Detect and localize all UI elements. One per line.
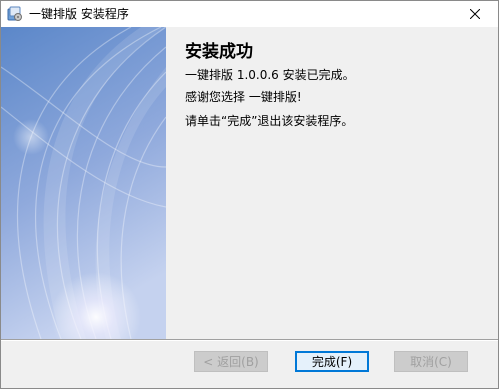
close-icon [470, 9, 480, 19]
wizard-side-image [1, 27, 166, 339]
finish-button[interactable]: 完成(F) [295, 351, 369, 372]
close-button[interactable] [452, 1, 498, 27]
thanks-message: 感谢您选择 一键排版! [185, 90, 302, 104]
install-complete-message: 一键排版 1.0.0.6 安装已完成。 [185, 68, 355, 82]
page-title: 安装成功 [185, 42, 253, 62]
back-button[interactable]: < 返回(B) [194, 351, 268, 372]
content-panel: 安装成功 一键排版 1.0.0.6 安装已完成。 感谢您选择 一键排版! 请单击… [166, 27, 498, 339]
cancel-button[interactable]: 取消(C) [394, 351, 468, 372]
installer-window: 一键排版 安装程序 安装成功 一键排版 1.0.0.6 安装已完成。 感谢您选择… [0, 0, 499, 389]
exit-instruction: 请单击“完成”退出该安装程序。 [185, 114, 354, 128]
window-title: 一键排版 安装程序 [29, 7, 129, 21]
installer-icon [7, 6, 23, 22]
button-bar: < 返回(B) 完成(F) 取消(C) [1, 341, 498, 388]
title-bar: 一键排版 安装程序 [1, 1, 498, 27]
